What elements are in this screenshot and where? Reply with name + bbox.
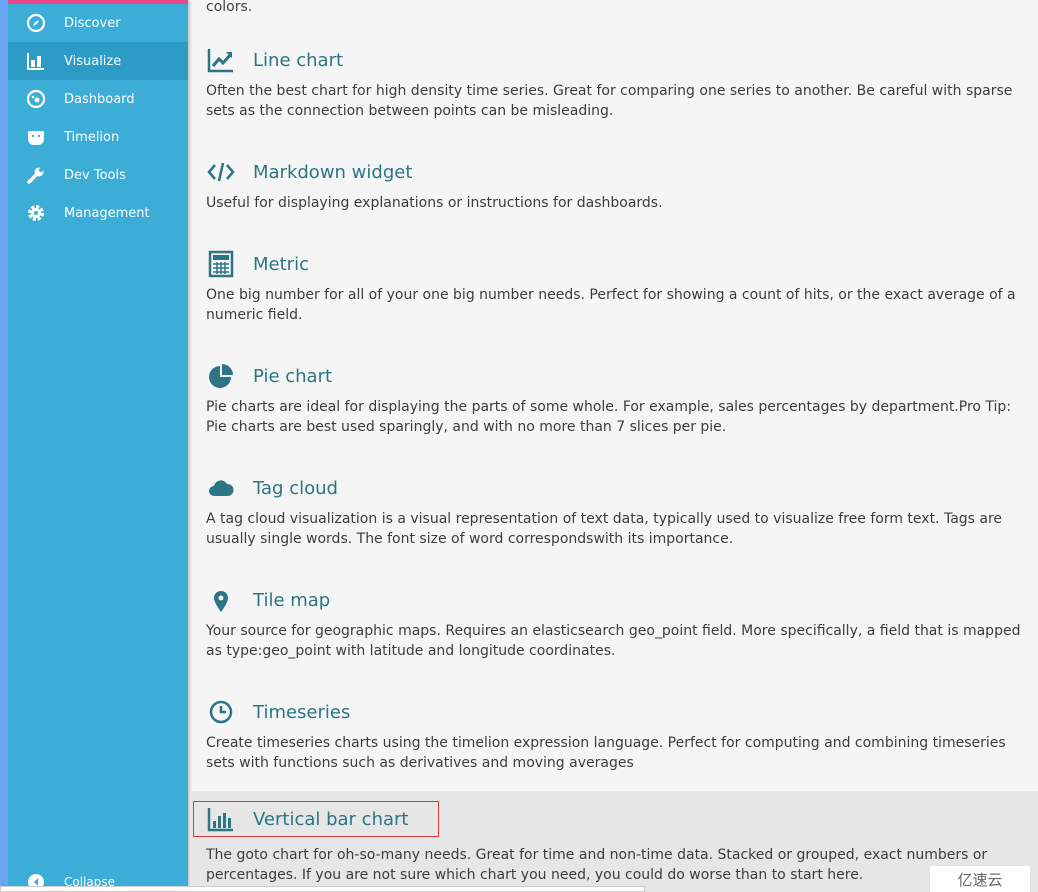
sidebar-item-visualize[interactable]: Visualize: [8, 42, 188, 80]
sidebar: Discover Visualize Dashboard Timelion De…: [8, 0, 188, 892]
vis-type-tag-cloud[interactable]: Tag cloud A tag cloud visualization is a …: [190, 430, 1038, 548]
map-marker-icon: [206, 585, 236, 615]
vis-type-description: Create timeseries charts using the timel…: [206, 735, 1006, 771]
previous-description-fragment: colors.: [206, 0, 253, 15]
vis-type-timeseries[interactable]: Timeseries Create timeseries charts using…: [190, 654, 1038, 771]
sidebar-item-label: Timelion: [64, 129, 120, 145]
pie-chart-icon: [206, 361, 236, 391]
vis-type-title: Markdown widget: [253, 161, 413, 183]
sidebar-item-label: Management: [64, 205, 150, 221]
wrench-icon: [8, 165, 64, 185]
sidebar-item-discover[interactable]: Discover: [8, 4, 188, 42]
vis-type-tile-map[interactable]: Tile map Your source for geographic maps.…: [190, 542, 1038, 660]
vis-type-description: The goto chart for oh-so-many needs. Gre…: [206, 847, 988, 883]
watermark-logo: 亿速云: [930, 866, 1030, 892]
sidebar-item-dashboard[interactable]: Dashboard: [8, 80, 188, 118]
left-edge-strip: [0, 0, 8, 892]
code-icon: [206, 157, 236, 187]
highlight-box: Vertical bar chart: [192, 801, 440, 837]
vis-type-vertical-bar-chart[interactable]: Vertical bar chart The goto chart for oh-…: [190, 791, 1038, 892]
vis-type-title: Tag cloud: [253, 477, 338, 499]
visualization-type-list: colors. Line chart Often the best chart f…: [190, 0, 1038, 892]
vis-type-line-chart[interactable]: Line chart Often the best chart for high …: [190, 2, 1038, 119]
line-chart-icon: [206, 45, 236, 75]
status-bar: [0, 886, 645, 892]
sidebar-item-label: Discover: [64, 15, 121, 31]
sidebar-item-label: Dashboard: [64, 91, 135, 107]
compass-icon: [8, 13, 64, 33]
clock-icon: [206, 697, 236, 727]
vis-type-title: Vertical bar chart: [253, 808, 409, 830]
sidebar-item-label: Visualize: [64, 53, 122, 69]
sidebar-item-management[interactable]: Management: [8, 194, 188, 232]
dashboard-icon: [8, 89, 64, 109]
vis-type-title: Pie chart: [253, 365, 333, 387]
vis-type-title: Line chart: [253, 49, 344, 71]
bar-chart-icon: [8, 51, 64, 71]
sidebar-item-timelion[interactable]: Timelion: [8, 118, 188, 156]
gear-icon: [8, 203, 64, 223]
bear-icon: [8, 127, 64, 147]
sidebar-item-dev-tools[interactable]: Dev Tools: [8, 156, 188, 194]
vis-type-title: Tile map: [253, 589, 331, 611]
vis-type-pie-chart[interactable]: Pie chart Pie charts are ideal for displa…: [190, 318, 1038, 435]
sidebar-item-label: Dev Tools: [64, 167, 126, 183]
cloud-icon: [206, 473, 236, 503]
vis-type-metric[interactable]: Metric One big number for all of your one…: [190, 206, 1038, 323]
calculator-icon: [206, 249, 236, 279]
vis-type-title: Metric: [253, 253, 309, 275]
vis-type-title: Timeseries: [253, 701, 351, 723]
vertical-bar-chart-icon: [206, 804, 236, 834]
